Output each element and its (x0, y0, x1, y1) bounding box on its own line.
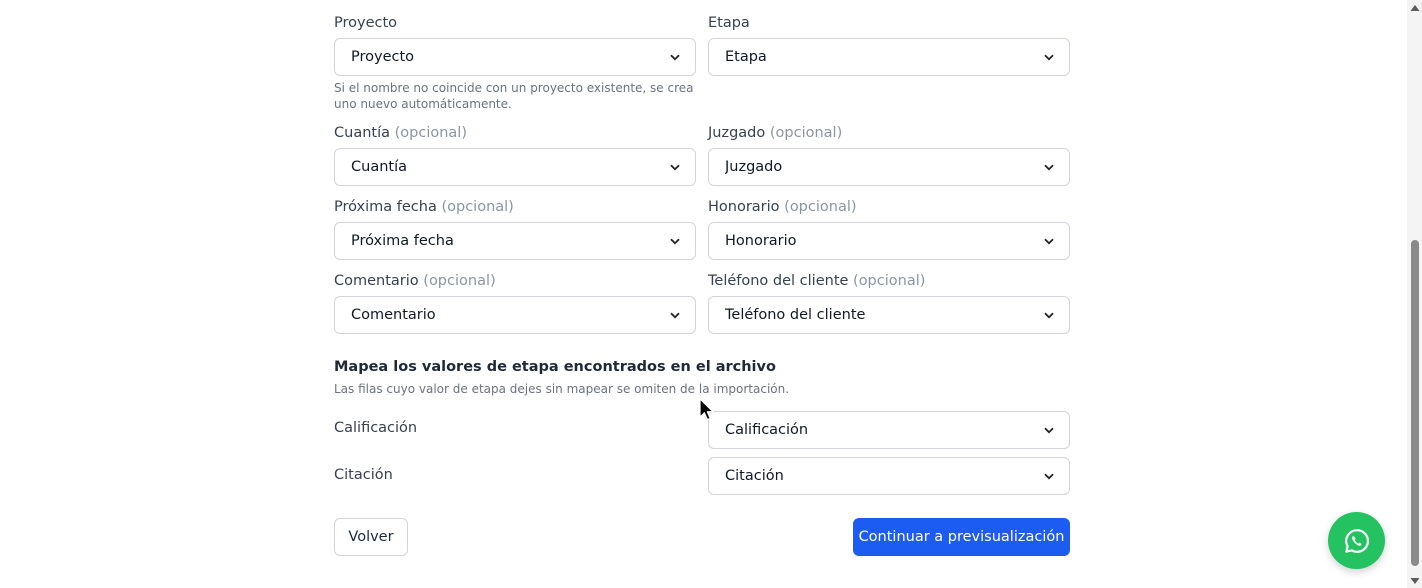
chevron-down-icon (669, 51, 681, 63)
optional-tag: (opcional) (423, 273, 496, 289)
cuantia-select[interactable]: Cuantía (334, 148, 696, 186)
optional-tag: (opcional) (394, 125, 467, 141)
back-button[interactable]: Volver (334, 518, 408, 556)
scrollbar-thumb[interactable] (1411, 240, 1419, 566)
telefono-select-value: Teléfono del cliente (725, 307, 866, 323)
stage-mapping-select[interactable]: Calificación (708, 411, 1070, 449)
chevron-down-icon (669, 235, 681, 247)
chevron-down-icon (1043, 424, 1055, 436)
stage-mapping-subtitle: Las filas cuyo valor de etapa dejes sin … (334, 382, 790, 396)
scroll-up-arrow-icon[interactable] (1409, 2, 1420, 13)
proyecto-select-value: Proyecto (351, 49, 415, 65)
optional-tag: (opcional) (853, 273, 926, 289)
stage-mapping-select[interactable]: Citación (708, 457, 1070, 495)
scroll-down-arrow-icon[interactable] (1409, 575, 1420, 586)
etapa-label: Etapa (708, 15, 750, 31)
chevron-down-icon (1043, 309, 1055, 321)
juzgado-select-value: Juzgado (725, 159, 783, 175)
optional-tag: (opcional) (769, 125, 843, 141)
proyecto-select[interactable]: Proyecto (334, 38, 696, 76)
proxima-fecha-select-value: Próxima fecha (351, 233, 454, 249)
continue-to-preview-button[interactable]: Continuar a previsualización (853, 518, 1070, 556)
honorario-select[interactable]: Honorario (708, 222, 1070, 260)
comentario-label: Comentario (opcional) (334, 273, 496, 289)
stage-mapping-row-label: Citación (334, 467, 393, 483)
stage-mapping-select-value: Citación (725, 468, 784, 484)
vertical-scrollbar[interactable] (1407, 0, 1422, 588)
cuantia-label: Cuantía (opcional) (334, 125, 467, 141)
chevron-down-icon (1043, 161, 1055, 173)
whatsapp-icon (1343, 527, 1371, 555)
whatsapp-chat-button[interactable] (1328, 512, 1385, 569)
optional-tag: (opcional) (441, 199, 514, 215)
telefono-select[interactable]: Teléfono del cliente (708, 296, 1070, 334)
juzgado-label: Juzgado (opcional) (708, 125, 843, 141)
proyecto-help-text: Si el nombre no coincide con un proyecto… (334, 81, 694, 111)
optional-tag: (opcional) (784, 199, 857, 215)
telefono-label: Teléfono del cliente (opcional) (708, 273, 926, 289)
cuantia-select-value: Cuantía (351, 159, 407, 175)
stage-mapping-row-label: Calificación (334, 420, 418, 436)
proxima-fecha-select[interactable]: Próxima fecha (334, 222, 696, 260)
proyecto-label: Proyecto (334, 15, 398, 31)
comentario-select[interactable]: Comentario (334, 296, 696, 334)
honorario-label: Honorario (opcional) (708, 199, 857, 215)
etapa-select[interactable]: Etapa (708, 38, 1070, 76)
honorario-select-value: Honorario (725, 233, 797, 249)
stage-mapping-title: Mapea los valores de etapa encontrados e… (334, 359, 776, 375)
chevron-down-icon (669, 309, 681, 321)
comentario-select-value: Comentario (351, 307, 436, 323)
chevron-down-icon (1043, 470, 1055, 482)
chevron-down-icon (669, 161, 681, 173)
stage-mapping-select-value: Calificación (725, 422, 809, 438)
juzgado-select[interactable]: Juzgado (708, 148, 1070, 186)
proxima-fecha-label: Próxima fecha (opcional) (334, 199, 514, 215)
etapa-select-value: Etapa (725, 49, 767, 65)
chevron-down-icon (1043, 51, 1055, 63)
chevron-down-icon (1043, 235, 1055, 247)
